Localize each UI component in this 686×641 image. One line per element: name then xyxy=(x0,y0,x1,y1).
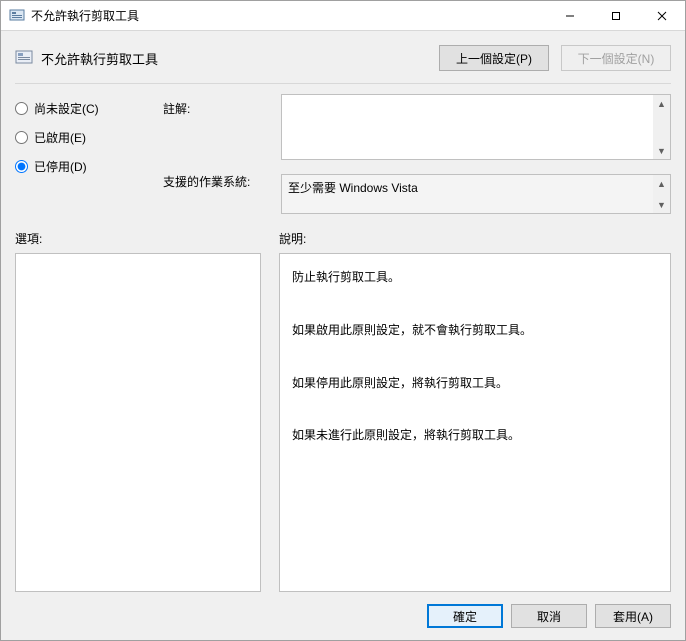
policy-icon xyxy=(15,49,33,67)
help-label: 說明: xyxy=(279,230,671,247)
radio-enabled-input[interactable] xyxy=(15,131,28,144)
window-title: 不允許執行剪取工具 xyxy=(31,7,547,24)
dialog-buttons: 確定 取消 套用(A) xyxy=(1,592,685,640)
field-values: ▲ ▼ 至少需要 Windows Vista ▲ ▼ xyxy=(281,94,671,214)
radio-not-configured-input[interactable] xyxy=(15,102,28,115)
policy-dialog: 不允許執行剪取工具 不允許執行剪取工具 上一個設定(P) 下一個設定(N) xyxy=(0,0,686,641)
settings-area: 尚未設定(C) 已啟用(E) 已停用(D) 註解: 支援的作業系統: ▲ ▼ xyxy=(1,90,685,214)
apply-button[interactable]: 套用(A) xyxy=(595,604,671,628)
next-setting-button: 下一個設定(N) xyxy=(561,45,671,71)
close-button[interactable] xyxy=(639,1,685,30)
scroll-down-icon[interactable]: ▼ xyxy=(653,196,670,213)
header: 不允許執行剪取工具 上一個設定(P) 下一個設定(N) xyxy=(1,31,685,79)
supported-os-value: 至少需要 Windows Vista xyxy=(288,179,418,196)
scroll-up-icon[interactable]: ▲ xyxy=(653,95,670,112)
previous-setting-button[interactable]: 上一個設定(P) xyxy=(439,45,549,71)
scroll-down-icon[interactable]: ▼ xyxy=(653,142,670,159)
options-panel[interactable] xyxy=(15,253,261,592)
cancel-button[interactable]: 取消 xyxy=(511,604,587,628)
field-labels: 註解: 支援的作業系統: xyxy=(163,94,273,214)
radio-disabled-input[interactable] xyxy=(15,160,28,173)
radio-disabled-label: 已停用(D) xyxy=(34,158,87,175)
radio-enabled[interactable]: 已啟用(E) xyxy=(15,129,155,146)
comment-scrollbar[interactable]: ▲ ▼ xyxy=(653,95,670,159)
supported-label: 支援的作業系統: xyxy=(163,173,273,190)
window-controls xyxy=(547,1,685,30)
state-radios: 尚未設定(C) 已啟用(E) 已停用(D) xyxy=(15,94,155,214)
titlebar: 不允許執行剪取工具 xyxy=(1,1,685,31)
minimize-button[interactable] xyxy=(547,1,593,30)
comment-textarea[interactable] xyxy=(282,95,653,159)
help-panel[interactable]: 防止執行剪取工具。 如果啟用此原則設定，就不會執行剪取工具。 如果停用此原則設定… xyxy=(279,253,671,592)
radio-enabled-label: 已啟用(E) xyxy=(34,129,86,146)
radio-not-configured[interactable]: 尚未設定(C) xyxy=(15,100,155,117)
comment-field-wrap: ▲ ▼ xyxy=(281,94,671,160)
maximize-button[interactable] xyxy=(593,1,639,30)
app-icon xyxy=(9,8,25,24)
options-label: 選項: xyxy=(15,230,261,247)
supported-scrollbar[interactable]: ▲ ▼ xyxy=(653,175,670,213)
policy-title: 不允許執行剪取工具 xyxy=(41,49,427,68)
scroll-up-icon[interactable]: ▲ xyxy=(653,175,670,192)
separator xyxy=(15,83,671,84)
radio-not-configured-label: 尚未設定(C) xyxy=(34,100,99,117)
panels: 防止執行剪取工具。 如果啟用此原則設定，就不會執行剪取工具。 如果停用此原則設定… xyxy=(1,253,685,592)
comment-label: 註解: xyxy=(163,100,273,117)
radio-disabled[interactable]: 已停用(D) xyxy=(15,158,155,175)
ok-button[interactable]: 確定 xyxy=(427,604,503,628)
supported-os-box: 至少需要 Windows Vista ▲ ▼ xyxy=(281,174,671,214)
mid-labels: 選項: 說明: xyxy=(1,214,685,253)
